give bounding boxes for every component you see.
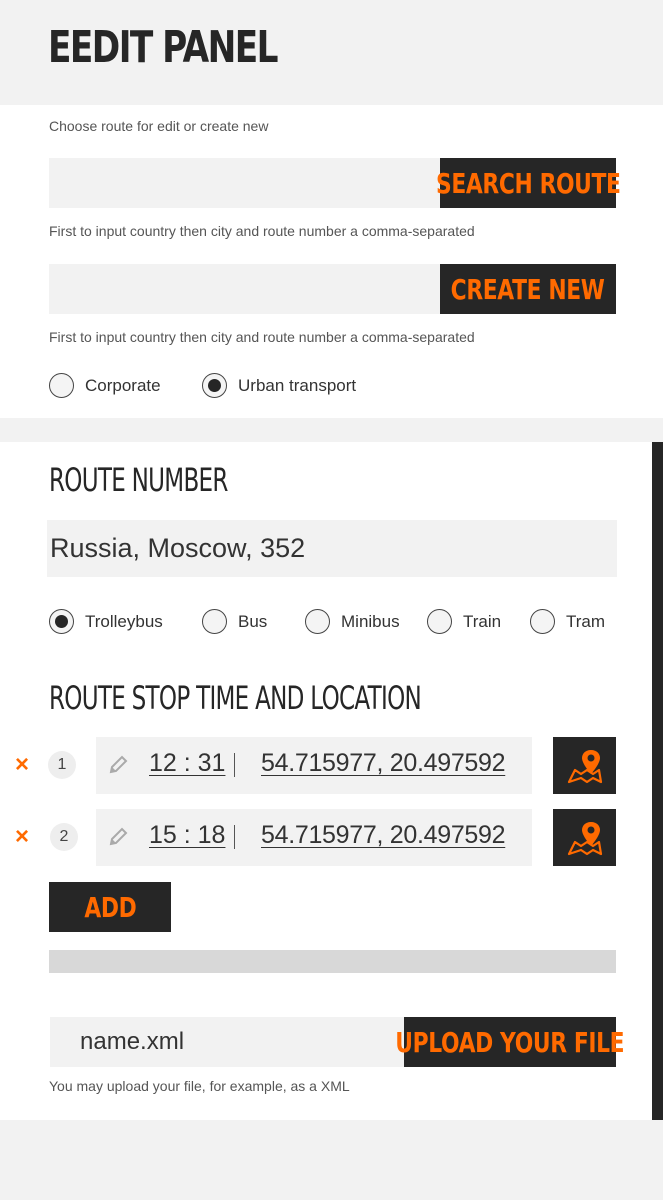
radio-train[interactable]: Train: [427, 609, 501, 634]
radio-selected-dot: [208, 379, 221, 392]
radio-trolleybus[interactable]: Trolleybus: [49, 609, 163, 634]
route-number-input[interactable]: Russia, Moscow, 352: [47, 520, 617, 577]
map-location-button[interactable]: [553, 737, 616, 794]
map-pin-icon: [567, 821, 602, 855]
radio-label: Corporate: [85, 375, 161, 395]
stop-coordinates[interactable]: 54.715977, 20.497592: [261, 821, 506, 850]
divider: [234, 825, 235, 849]
radio-label: Minibus: [341, 611, 400, 631]
create-hint: First to input country then city and rou…: [49, 329, 475, 345]
radio-label: Train: [463, 611, 502, 631]
stop-coordinates[interactable]: 54.715977, 20.497592: [261, 749, 506, 778]
pencil-icon[interactable]: [107, 826, 129, 848]
radio-circle[interactable]: [202, 609, 227, 634]
stop-index: 1: [48, 751, 76, 779]
radio-bus[interactable]: Bus: [202, 609, 267, 634]
radio-corporate[interactable]: Corporate: [49, 373, 161, 398]
map-location-button[interactable]: [553, 809, 616, 866]
radio-label: Tram: [566, 611, 606, 631]
radio-label: Trolleybus: [85, 611, 163, 631]
file-name-field[interactable]: name.xml: [50, 1017, 404, 1067]
radio-circle[interactable]: [305, 609, 330, 634]
stops-title: ROUTE STOP TIME AND LOCATION: [49, 679, 422, 717]
upload-hint: You may upload your file, for example, a…: [49, 1078, 350, 1094]
divider: [234, 753, 235, 777]
stop-time[interactable]: 12 : 31: [149, 749, 225, 778]
radio-circle[interactable]: [202, 373, 227, 398]
route-number-title: ROUTE NUMBER: [49, 461, 228, 499]
search-hint: First to input country then city and rou…: [49, 223, 475, 239]
stop-time[interactable]: 15 : 18: [149, 821, 225, 850]
scrollbar[interactable]: [652, 442, 663, 1120]
page-title: EEDIT PANEL: [48, 22, 279, 73]
map-pin-icon: [567, 749, 602, 783]
choose-hint: Choose route for edit or create new: [49, 118, 269, 134]
radio-circle[interactable]: [49, 373, 74, 398]
radio-label: Bus: [238, 611, 268, 631]
page-header: EEDIT PANEL: [0, 0, 663, 105]
create-route-input[interactable]: [49, 264, 440, 314]
close-icon[interactable]: ×: [15, 753, 29, 777]
radio-label: Urban transport: [238, 375, 357, 395]
radio-circle[interactable]: [427, 609, 452, 634]
progress-bar: [49, 950, 616, 973]
search-route-button[interactable]: SEARCH ROUTE: [436, 158, 621, 208]
upload-file-button[interactable]: UPLOAD YOUR FILE: [396, 1017, 625, 1067]
add-stop-button[interactable]: ADD: [49, 882, 171, 932]
radio-circle[interactable]: [49, 609, 74, 634]
radio-selected-dot: [55, 615, 68, 628]
radio-minibus[interactable]: Minibus: [305, 609, 400, 634]
create-new-button[interactable]: CREATE NEW: [440, 264, 616, 314]
radio-circle[interactable]: [530, 609, 555, 634]
route-select-panel: [0, 105, 663, 418]
radio-urban-transport[interactable]: Urban transport: [202, 373, 356, 398]
pencil-icon[interactable]: [107, 754, 129, 776]
search-route-input[interactable]: [49, 158, 440, 208]
radio-tram[interactable]: Tram: [530, 609, 605, 634]
stop-index: 2: [50, 823, 78, 851]
close-icon[interactable]: ×: [15, 825, 29, 849]
